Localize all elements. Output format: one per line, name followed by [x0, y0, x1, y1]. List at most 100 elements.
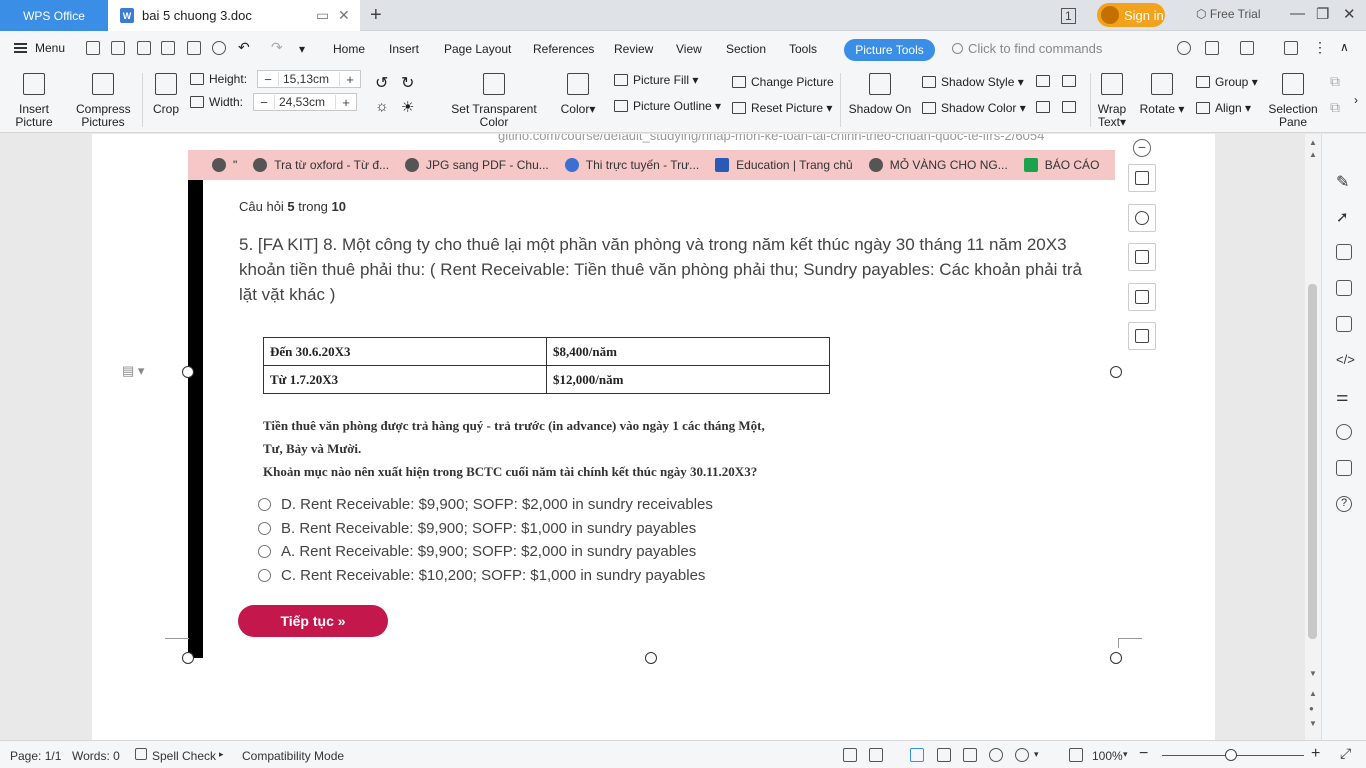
ribbon-scroll-right-icon[interactable]: ›	[1354, 93, 1358, 107]
page-count-icon[interactable]: 1	[1061, 8, 1076, 24]
zoom-picture-icon[interactable]	[1128, 204, 1156, 232]
shadow-on-button[interactable]: Shadow On	[848, 73, 912, 116]
extract-text-icon[interactable]	[1128, 322, 1156, 350]
contrast-icon[interactable]: ☀	[401, 98, 414, 116]
nudge-shadow-down-icon[interactable]	[1062, 75, 1081, 87]
share-icon[interactable]	[1205, 41, 1219, 55]
document-map-icon[interactable]	[843, 748, 857, 762]
tab-page-layout[interactable]: Page Layout	[444, 42, 511, 56]
picture-to-text-icon[interactable]	[1128, 283, 1156, 311]
eye-protection-icon[interactable]	[1015, 748, 1029, 762]
resize-handle-bottom[interactable]	[645, 652, 657, 664]
sign-in-button[interactable]: Sign in	[1097, 3, 1165, 27]
shadow-color-button[interactable]: Shadow Color ▾	[922, 101, 1026, 115]
zoom-slider-knob[interactable]	[1225, 749, 1237, 761]
lock-icon[interactable]	[1336, 280, 1352, 296]
rotate-right-icon[interactable]: ↻	[401, 73, 414, 93]
paragraph-marker-icon[interactable]: ▤ ▾	[122, 363, 144, 379]
command-search[interactable]: Click to find commands	[952, 41, 1102, 56]
upload-icon[interactable]	[1240, 41, 1254, 55]
crop-button[interactable]: Crop	[150, 73, 182, 116]
redo-icon[interactable]: ↷	[271, 39, 283, 56]
height-increase-button[interactable]: +	[340, 72, 360, 87]
answer-option-d[interactable]: D. Rent Receivable: $9,900; SOFP: $2,000…	[258, 496, 713, 513]
tab-picture-tools[interactable]: Picture Tools	[844, 39, 935, 61]
set-transparent-color-button[interactable]: Set Transparent Color	[436, 73, 552, 129]
select-browse-icon[interactable]: ●	[1309, 704, 1314, 713]
height-stepper[interactable]: −15,13cm +	[257, 70, 361, 88]
send-backward-icon[interactable]: ⧉	[1330, 99, 1340, 116]
radio-button[interactable]	[258, 569, 271, 582]
collapse-ribbon-icon[interactable]: ∧	[1340, 40, 1349, 54]
float-window-icon[interactable]: ▭	[316, 7, 329, 24]
restore-icon[interactable]: ❐	[1316, 5, 1329, 23]
insert-picture-button[interactable]: Insert Picture	[13, 73, 55, 129]
tab-tools[interactable]: Tools	[789, 42, 817, 56]
radio-button[interactable]	[258, 522, 271, 535]
tab-home[interactable]: Home	[333, 42, 365, 56]
list-icon[interactable]	[1336, 460, 1352, 476]
tab-section[interactable]: Section	[726, 42, 766, 56]
history-icon[interactable]	[1336, 424, 1352, 440]
crop-picture-icon[interactable]	[1128, 243, 1156, 271]
previous-page-icon[interactable]: ▲	[1309, 689, 1317, 698]
tab-insert[interactable]: Insert	[389, 42, 419, 56]
color-button[interactable]: Color▾	[558, 73, 598, 116]
brightness-icon[interactable]: ☼	[375, 98, 389, 115]
resize-handle-right[interactable]	[1110, 366, 1122, 378]
spell-check-button[interactable]: Spell Check	[152, 749, 216, 763]
close-tab-icon[interactable]: ✕	[338, 7, 350, 24]
collapse-float-tools-icon[interactable]: −	[1133, 139, 1151, 157]
eye-dropdown-icon[interactable]: ▾	[1034, 749, 1039, 760]
width-decrease-button[interactable]: −	[254, 95, 274, 110]
height-value[interactable]: 15,13cm	[278, 72, 340, 86]
edit-review-icon[interactable]	[1336, 316, 1352, 332]
answer-option-b[interactable]: B. Rent Receivable: $9,900; SOFP: $1,000…	[258, 520, 696, 537]
main-menu-button[interactable]: Menu	[14, 41, 65, 55]
align-button[interactable]: Align ▾	[1196, 101, 1251, 115]
selection-pane-button[interactable]: Selection Pane	[1266, 73, 1320, 129]
compress-pictures-button[interactable]: Compress Pictures	[76, 73, 131, 129]
transform-icon[interactable]	[1336, 244, 1352, 260]
picture-outline-button[interactable]: Picture Outline ▾	[614, 99, 721, 113]
scroll-up-icon[interactable]: ▲	[1309, 150, 1317, 159]
code-icon[interactable]: </>	[1336, 352, 1355, 368]
width-value[interactable]: 24,53cm	[274, 95, 336, 109]
zoom-out-button[interactable]: −	[1139, 745, 1148, 763]
rotate-button[interactable]: Rotate ▾	[1138, 73, 1186, 116]
answer-option-a[interactable]: A. Rent Receivable: $9,900; SOFP: $2,000…	[258, 543, 696, 560]
format-painter-icon[interactable]	[212, 41, 226, 55]
help-icon[interactable]: ?	[1336, 496, 1352, 512]
width-stepper[interactable]: −24,53cm +	[253, 93, 357, 111]
radio-button[interactable]	[258, 545, 271, 558]
width-increase-button[interactable]: +	[336, 95, 356, 110]
tab-references[interactable]: References	[533, 42, 594, 56]
new-tab-button[interactable]: +	[370, 4, 382, 27]
free-trial-button[interactable]: ⬡ Free Trial	[1196, 7, 1261, 21]
tab-view[interactable]: View	[676, 42, 702, 56]
zoom-in-button[interactable]: +	[1311, 745, 1320, 763]
output-icon[interactable]	[869, 748, 883, 762]
scrollbar-thumb[interactable]	[1308, 284, 1317, 639]
document-tab[interactable]: W bai 5 chuong 3.doc ▭ ✕	[108, 0, 360, 31]
scroll-up-icon[interactable]: ▲	[1309, 138, 1317, 147]
layout-options-icon[interactable]	[1128, 164, 1156, 192]
picture-fill-button[interactable]: Picture Fill ▾	[614, 73, 698, 87]
print-preview-icon[interactable]	[187, 41, 201, 55]
group-button[interactable]: Group ▾	[1196, 75, 1258, 89]
nudge-shadow-up-icon[interactable]	[1036, 75, 1055, 87]
zoom-dropdown-icon[interactable]: ▾	[1123, 749, 1128, 760]
vertical-scrollbar[interactable]: ▲ ▲ ▼ ▲ ● ▼	[1305, 134, 1321, 740]
reset-picture-button[interactable]: Reset Picture ▾	[732, 101, 832, 115]
nudge-shadow-left-icon[interactable]	[1036, 101, 1055, 113]
rotate-left-icon[interactable]: ↺	[375, 73, 388, 93]
resize-handle-bottom-left[interactable]	[182, 652, 194, 664]
comment-icon[interactable]	[1284, 41, 1298, 55]
close-window-icon[interactable]: ✕	[1343, 5, 1356, 23]
more-icon[interactable]: ⋮	[1313, 39, 1327, 56]
select-cursor-icon[interactable]: ➚	[1336, 208, 1352, 226]
fit-page-icon[interactable]	[1069, 748, 1083, 762]
resize-handle-bottom-right[interactable]	[1110, 652, 1122, 664]
save-icon[interactable]	[111, 41, 125, 55]
next-page-icon[interactable]: ▼	[1309, 719, 1317, 728]
